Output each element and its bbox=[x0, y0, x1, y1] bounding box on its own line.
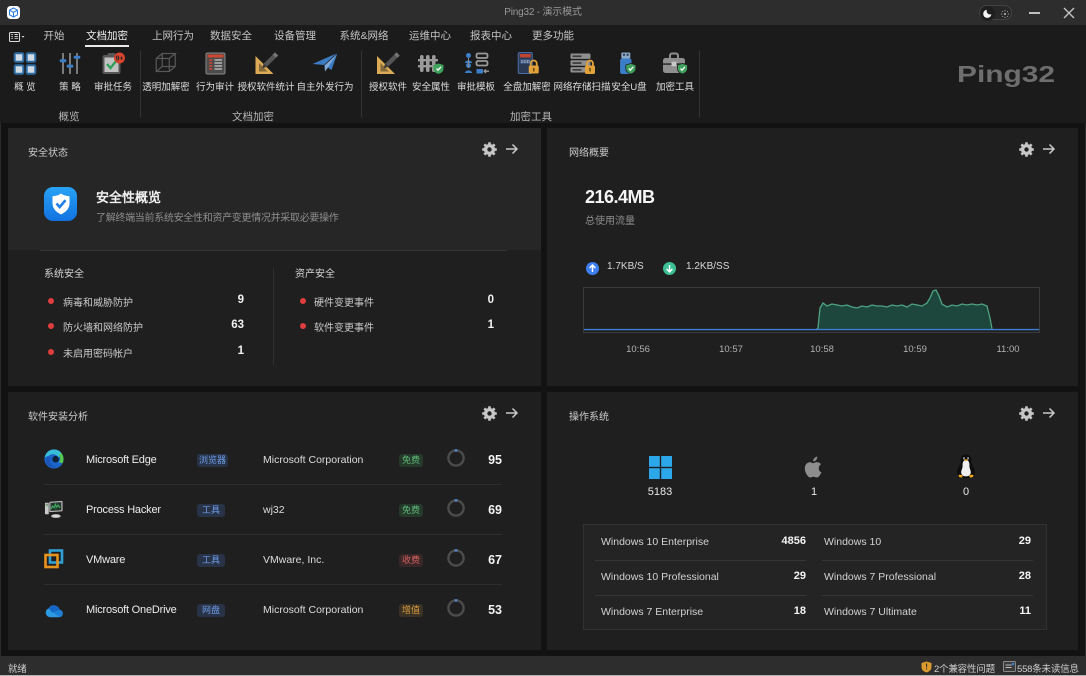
svg-text:SSD: SSD bbox=[520, 59, 530, 64]
svg-text:!: ! bbox=[925, 662, 927, 671]
svg-text:9+: 9+ bbox=[115, 55, 123, 62]
